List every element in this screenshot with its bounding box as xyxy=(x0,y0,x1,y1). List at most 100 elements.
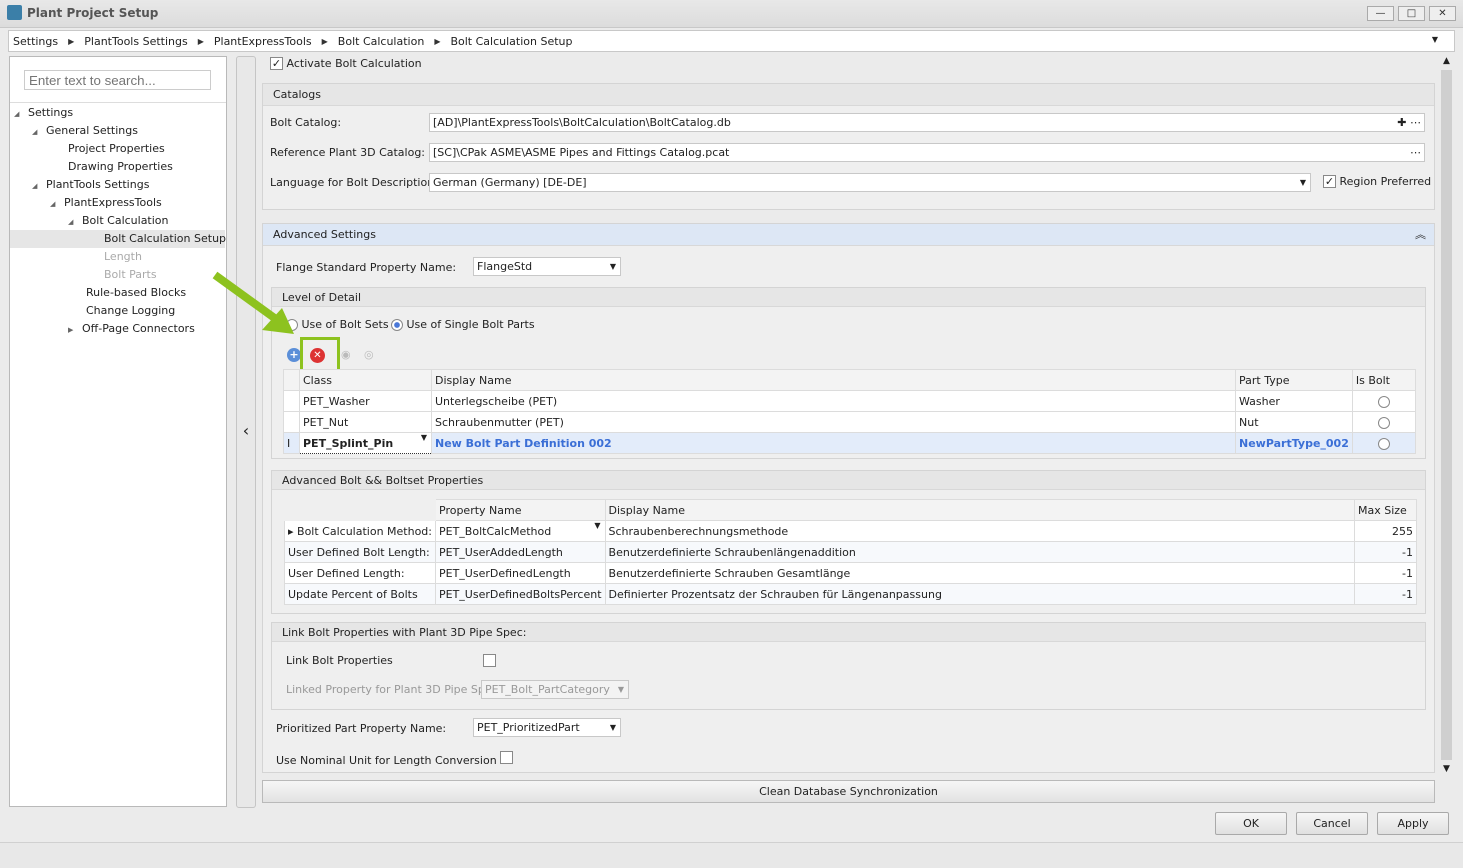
tree-item[interactable]: Drawing Properties xyxy=(68,158,173,176)
breadcrumb-item[interactable]: Settings xyxy=(13,35,58,48)
group-title[interactable]: Advanced Settings ︽ xyxy=(263,224,1434,246)
chevron-right-icon: ▶ xyxy=(321,36,328,46)
tree-item[interactable]: ◢ PlantTools Settings xyxy=(32,176,149,194)
single-bolt-parts-radio[interactable]: Use of Single Bolt Parts xyxy=(391,318,535,331)
bolt-catalog-field[interactable]: [AD]\PlantExpressTools\BoltCalculation\B… xyxy=(429,113,1425,132)
app-icon xyxy=(7,5,22,20)
is-bolt-radio[interactable] xyxy=(1377,437,1390,450)
reference-catalog-field[interactable]: [SC]\CPak ASME\ASME Pipes and Fittings C… xyxy=(429,143,1425,162)
settings-tree: ◢ Settings ◢ General Settings Project Prop… xyxy=(10,102,226,335)
activate-checkbox[interactable]: ✓ Activate Bolt Calculation xyxy=(270,57,422,70)
tree-item[interactable]: Rule-based Blocks xyxy=(86,284,186,302)
view-icon[interactable]: ◉ xyxy=(341,348,351,361)
clean-database-button[interactable]: Clean Database Synchronization xyxy=(262,780,1435,803)
dropdown-arrow-icon: ▼ xyxy=(1299,178,1306,187)
tree-item[interactable]: Project Properties xyxy=(68,140,165,158)
bolt-properties-group: Advanced Bolt && Boltset Properties Prop… xyxy=(271,470,1426,614)
breadcrumb-item[interactable]: Bolt Calculation Setup xyxy=(450,35,572,48)
tree-item[interactable]: ▶ Off-Page Connectors xyxy=(68,320,195,338)
link-bolt-properties-checkbox[interactable] xyxy=(483,654,496,667)
ok-button[interactable]: OK xyxy=(1215,812,1287,835)
table-row[interactable]: User Defined Length: PET_UserDefinedLengt… xyxy=(284,562,1417,584)
collapse-up-icon: ︽ xyxy=(1415,228,1426,241)
annotation-arrow-icon xyxy=(212,271,294,334)
is-bolt-radio[interactable] xyxy=(1377,395,1390,408)
field-label: Bolt Catalog: xyxy=(270,116,342,129)
table-row-editing[interactable]: I PET_Splint_Pin ▼ New Bolt Part Definition… xyxy=(283,432,1417,454)
table-row[interactable]: ▸ Bolt Calculation Method: PET_BoltCalcMe… xyxy=(284,520,1417,542)
breadcrumb-item[interactable]: PlantTools Settings xyxy=(84,35,187,48)
bolt-parts-grid: Class Display Name Part Type Is Bolt PET_Wa… xyxy=(283,369,1417,454)
chevron-right-icon: ▶ xyxy=(68,36,75,46)
tree-item[interactable]: ◢ PlantExpressTools xyxy=(50,194,162,212)
status-bar xyxy=(0,842,1463,868)
bolt-sets-radio[interactable]: Use of Bolt Sets xyxy=(286,318,389,331)
tree-item[interactable]: ◢ Settings xyxy=(14,104,73,122)
field-label: Link Bolt Properties xyxy=(286,654,393,667)
collapsed-icon: ▶ xyxy=(68,326,74,334)
scrollbar[interactable]: ▲ ▼ xyxy=(1438,56,1455,808)
advanced-settings-group: Advanced Settings ︽ Flange Standard Prope… xyxy=(262,223,1435,773)
expanded-icon: ◢ xyxy=(32,128,38,136)
tree-item[interactable]: Length xyxy=(104,248,142,266)
catalogs-group: Catalogs Bolt Catalog: [AD]\PlantExpress… xyxy=(262,83,1435,210)
chevron-left-icon: ‹ xyxy=(242,421,250,440)
sidebar: ◢Settings ◢General Settings Project Prop… xyxy=(9,56,227,807)
cancel-button[interactable]: Cancel xyxy=(1296,812,1368,835)
nominal-unit-checkbox[interactable]: Use Nominal Unit for Length Conversion xyxy=(276,751,514,767)
breadcrumb: Settings ▶ PlantTools Settings ▶ PlantExpr… xyxy=(8,30,1455,52)
tree-item[interactable]: ◢ Bolt Calculation xyxy=(68,212,169,230)
tree-item[interactable]: Bolt Parts xyxy=(104,266,157,284)
group-title: Advanced Bolt && Boltset Properties xyxy=(272,471,1425,490)
browse-icon[interactable]: ⋯ xyxy=(1410,144,1421,161)
checkmark-icon: ✓ xyxy=(270,57,283,70)
group-title: Level of Detail xyxy=(272,288,1425,307)
chevron-right-icon: ▶ xyxy=(434,36,441,46)
collapse-sidebar-button[interactable]: ‹ xyxy=(236,56,256,808)
refresh-icon[interactable]: ◎ xyxy=(364,348,374,361)
expanded-icon: ◢ xyxy=(68,218,74,226)
group-title: Catalogs xyxy=(263,84,1434,106)
linked-property-dropdown[interactable]: PET_Bolt_PartCategory ▼ xyxy=(481,680,629,699)
tree-item[interactable]: Change Logging xyxy=(86,302,175,320)
class-dropdown[interactable]: PET_Splint_Pin ▼ xyxy=(299,432,432,454)
expanded-icon: ◢ xyxy=(50,200,56,208)
scroll-thumb[interactable] xyxy=(1441,70,1452,760)
close-button[interactable]: ✕ xyxy=(1429,6,1456,21)
breadcrumb-item[interactable]: Bolt Calculation xyxy=(338,35,425,48)
property-dropdown[interactable]: PET_BoltCalcMethod ▼ xyxy=(435,520,606,542)
expanded-icon: ◢ xyxy=(14,110,20,118)
window-title: Plant Project Setup xyxy=(27,6,159,20)
breadcrumb-item[interactable]: PlantExpressTools xyxy=(214,35,312,48)
tree-item[interactable]: ◢ General Settings xyxy=(32,122,138,140)
table-row[interactable]: PET_Nut Schraubenmutter (PET) Nut xyxy=(283,411,1417,433)
region-preferred-checkbox[interactable]: ✓ Region Preferred xyxy=(1323,175,1431,188)
chevron-right-icon: ▶ xyxy=(197,36,204,46)
flange-standard-dropdown[interactable]: FlangeStd ▼ xyxy=(473,257,621,276)
is-bolt-radio[interactable] xyxy=(1377,416,1390,429)
field-label: Prioritized Part Property Name: xyxy=(276,722,447,735)
table-row[interactable]: PET_Washer Unterlegscheibe (PET) Washer xyxy=(283,390,1417,412)
link-bolt-properties-group: Link Bolt Properties with Plant 3D Pipe … xyxy=(271,622,1426,710)
properties-grid: Property Name Display Name Max Size ▸ Bolt… xyxy=(284,499,1417,605)
maximize-button[interactable]: □ xyxy=(1398,6,1425,21)
minimize-button[interactable]: — xyxy=(1367,6,1394,21)
tree-item-selected[interactable]: Bolt Calculation Setup xyxy=(10,230,226,248)
table-row[interactable]: Update Percent of Bolts PET_UserDefinedBo… xyxy=(284,583,1417,605)
level-of-detail-group: Level of Detail Use of Bolt Sets Use of … xyxy=(271,287,1426,459)
apply-button[interactable]: Apply xyxy=(1377,812,1449,835)
add-browse-icons[interactable]: ✚ ⋯ xyxy=(1397,114,1421,131)
checkmark-icon: ✓ xyxy=(1323,175,1336,188)
search-input[interactable] xyxy=(24,70,211,90)
title-bar: Plant Project Setup — □ ✕ xyxy=(0,0,1463,28)
scroll-up-icon: ▲ xyxy=(1443,56,1450,66)
field-label: Linked Property for Plant 3D Pipe Spec: xyxy=(286,683,502,696)
field-label: Reference Plant 3D Catalog: xyxy=(270,146,426,159)
prioritized-part-dropdown[interactable]: PET_PrioritizedPart ▼ xyxy=(473,718,621,737)
field-label: Flange Standard Property Name: xyxy=(276,261,457,274)
dropdown-arrow-icon[interactable]: ▼ xyxy=(1432,35,1438,44)
language-dropdown[interactable]: German (Germany) [DE-DE] ▼ xyxy=(429,173,1311,192)
add-icon[interactable]: + xyxy=(287,348,301,362)
table-row[interactable]: User Defined Bolt Length: PET_UserAddedLe… xyxy=(284,541,1417,563)
field-label: Language for Bolt Description: xyxy=(270,176,438,189)
